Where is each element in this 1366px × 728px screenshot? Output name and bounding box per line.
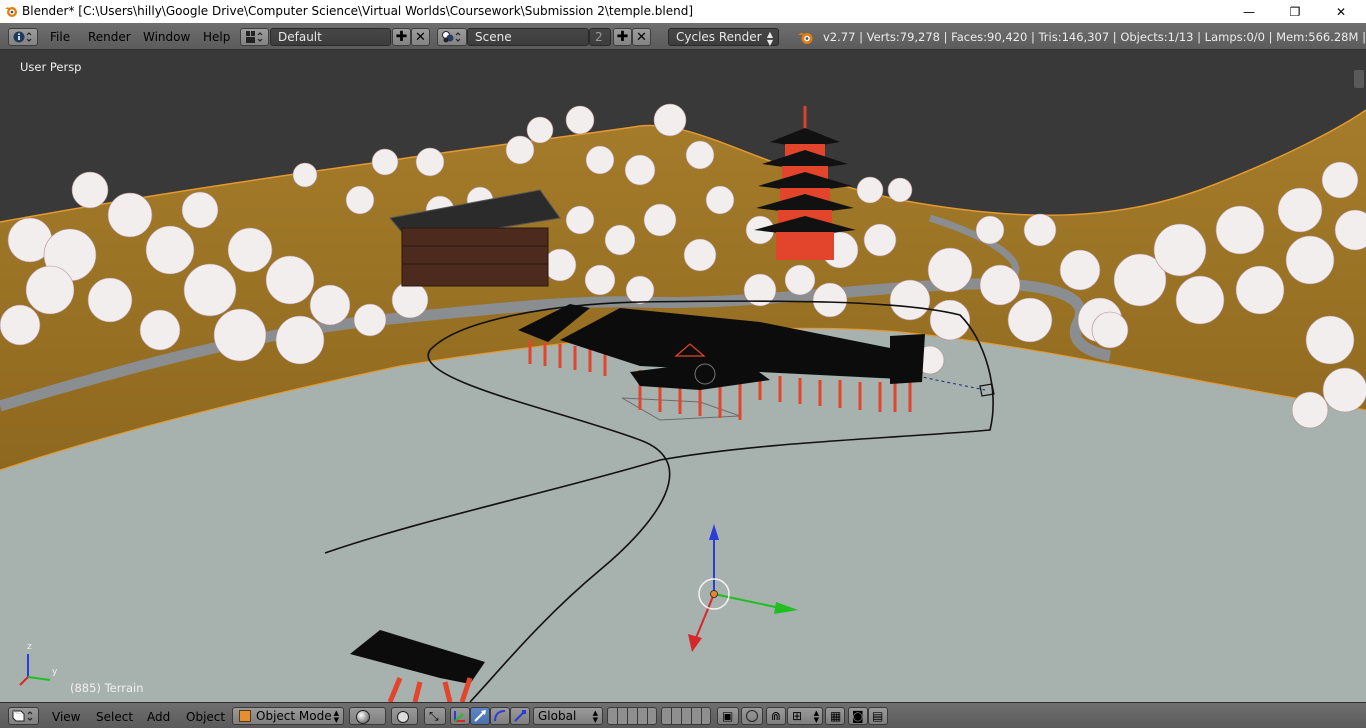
plus-icon: ✚ (395, 29, 408, 45)
magnet-icon: ⋒ (771, 709, 782, 723)
delete-scene-button[interactable]: ✕ (632, 28, 651, 46)
blender-logo-icon (5, 7, 17, 17)
snap-element-dropdown[interactable]: ⊞ ▲ ▼ (787, 707, 823, 725)
proportional-editing-button[interactable] (741, 707, 763, 725)
rotate-manipulator-button[interactable] (470, 707, 490, 725)
snap-toggle[interactable]: ⋒ (766, 707, 786, 725)
proportional-edit-icon (746, 710, 758, 722)
screen-layout-field[interactable]: Default (270, 28, 391, 46)
snap-increment-icon: ⊞ (792, 709, 803, 723)
camera-icon: ◙ (852, 709, 864, 723)
rotate-arc-icon (494, 710, 506, 722)
render-engine-dropdown[interactable]: Cycles Render ▲ ▼ (668, 28, 779, 47)
scene-layers-row-1[interactable] (607, 707, 657, 725)
info-header: File Render Window Help Default ✚ ✕ Scen… (0, 23, 1366, 50)
viewport-region-toggle[interactable] (1354, 70, 1364, 88)
window-titlebar: Blender* [C:\Users\hilly\Google Drive\Co… (0, 0, 1366, 23)
pivot-icon (397, 711, 409, 723)
updown-arrows-icon: ▲ ▼ (766, 30, 773, 47)
menu-file[interactable]: File (50, 30, 70, 44)
render-still-button[interactable]: ◙ (848, 707, 868, 725)
updown-arrows-icon: ▲ ▼ (592, 709, 598, 724)
screen-layout-browse-button[interactable] (240, 28, 269, 46)
add-screen-button[interactable]: ✚ (392, 28, 411, 46)
interaction-mode-label: Object Mode (256, 709, 332, 723)
menu-add[interactable]: Add (147, 710, 170, 724)
blender-logo-icon (798, 32, 813, 44)
scene-statistics: v2.77 | Verts:79,278 | Faces:90,420 | Tr… (823, 30, 1366, 44)
3d-view-editor-icon (12, 710, 33, 722)
manipulator-icon: ⤡ (429, 709, 439, 723)
snap-target-button[interactable]: ▦ (825, 707, 845, 725)
updown-arrows-icon: ▲ ▼ (813, 709, 819, 724)
scene-browse-button[interactable] (437, 28, 467, 46)
viewport-scene[interactable] (0, 50, 1366, 702)
scene-users-count: 2 (589, 28, 611, 46)
lock-camera-layers-button[interactable]: ▣ (717, 707, 739, 725)
updown-arrows-icon: ▲ ▼ (333, 709, 339, 724)
menu-help[interactable]: Help (203, 30, 230, 44)
rotate-arc-button[interactable] (490, 707, 510, 725)
axis-y-label: y (52, 667, 58, 677)
transform-orientation-dropdown[interactable]: Global ▲ ▼ (533, 707, 603, 725)
solid-shading-icon (356, 710, 370, 724)
scene-icon (442, 31, 461, 43)
pivot-point-dropdown[interactable] (391, 707, 418, 725)
scale-icon (514, 710, 526, 722)
object-mode-cube-icon (239, 710, 251, 722)
delete-screen-button[interactable]: ✕ (411, 28, 430, 46)
maximize-button[interactable]: ❐ (1272, 0, 1318, 23)
render-animation-button[interactable]: ▤ (868, 707, 888, 725)
render-engine-label: Cycles Render (676, 30, 762, 44)
minimize-button[interactable]: — (1226, 0, 1272, 23)
manipulator-toggle[interactable]: ⤡ (424, 707, 446, 725)
scene-name-field[interactable]: Scene (467, 28, 589, 46)
editor-type-button[interactable] (8, 28, 38, 46)
close-button[interactable]: ✕ (1318, 0, 1364, 23)
menu-render[interactable]: Render (88, 30, 131, 44)
interaction-mode-dropdown[interactable]: Object Mode ▲ ▼ (232, 707, 344, 725)
view-label: User Persp (20, 60, 82, 74)
x-icon: ✕ (415, 29, 426, 45)
scene-layers-row-2[interactable] (661, 707, 711, 725)
axis-z-label: z (27, 642, 32, 652)
clapperboard-icon: ▤ (872, 709, 884, 723)
add-scene-button[interactable]: ✚ (613, 28, 632, 46)
translate-axes-icon (454, 711, 465, 722)
x-icon: ✕ (636, 29, 647, 45)
translate-manipulator-button[interactable] (450, 707, 470, 725)
screen-layout-icon (245, 31, 262, 43)
menu-select[interactable]: Select (96, 710, 133, 724)
rotate-arrow-icon (474, 710, 486, 722)
editor-type-button[interactable] (8, 707, 39, 725)
transform-orientation-label: Global (538, 709, 577, 723)
menu-object[interactable]: Object (186, 710, 225, 724)
menu-view[interactable]: View (52, 710, 80, 724)
3d-viewport[interactable]: User Persp z y (885) Terrain (0, 50, 1366, 702)
scale-manipulator-button[interactable] (510, 707, 530, 725)
active-object-label: (885) Terrain (70, 681, 144, 695)
menu-window[interactable]: Window (143, 30, 190, 44)
grid-icon: ▦ (830, 709, 842, 723)
layers-icon: ▣ (722, 709, 734, 723)
restore-icon: ❐ (1289, 4, 1301, 19)
minimize-icon: — (1243, 4, 1255, 19)
plus-icon: ✚ (616, 29, 629, 45)
viewport-shading-dropdown[interactable] (349, 707, 386, 725)
view3d-header: View Select Add Object Object Mode ▲ ▼ ⤡ … (0, 702, 1366, 728)
window-title: Blender* [C:\Users\hilly\Google Drive\Co… (22, 4, 694, 18)
close-icon: ✕ (1335, 4, 1347, 19)
info-icon (13, 31, 32, 43)
